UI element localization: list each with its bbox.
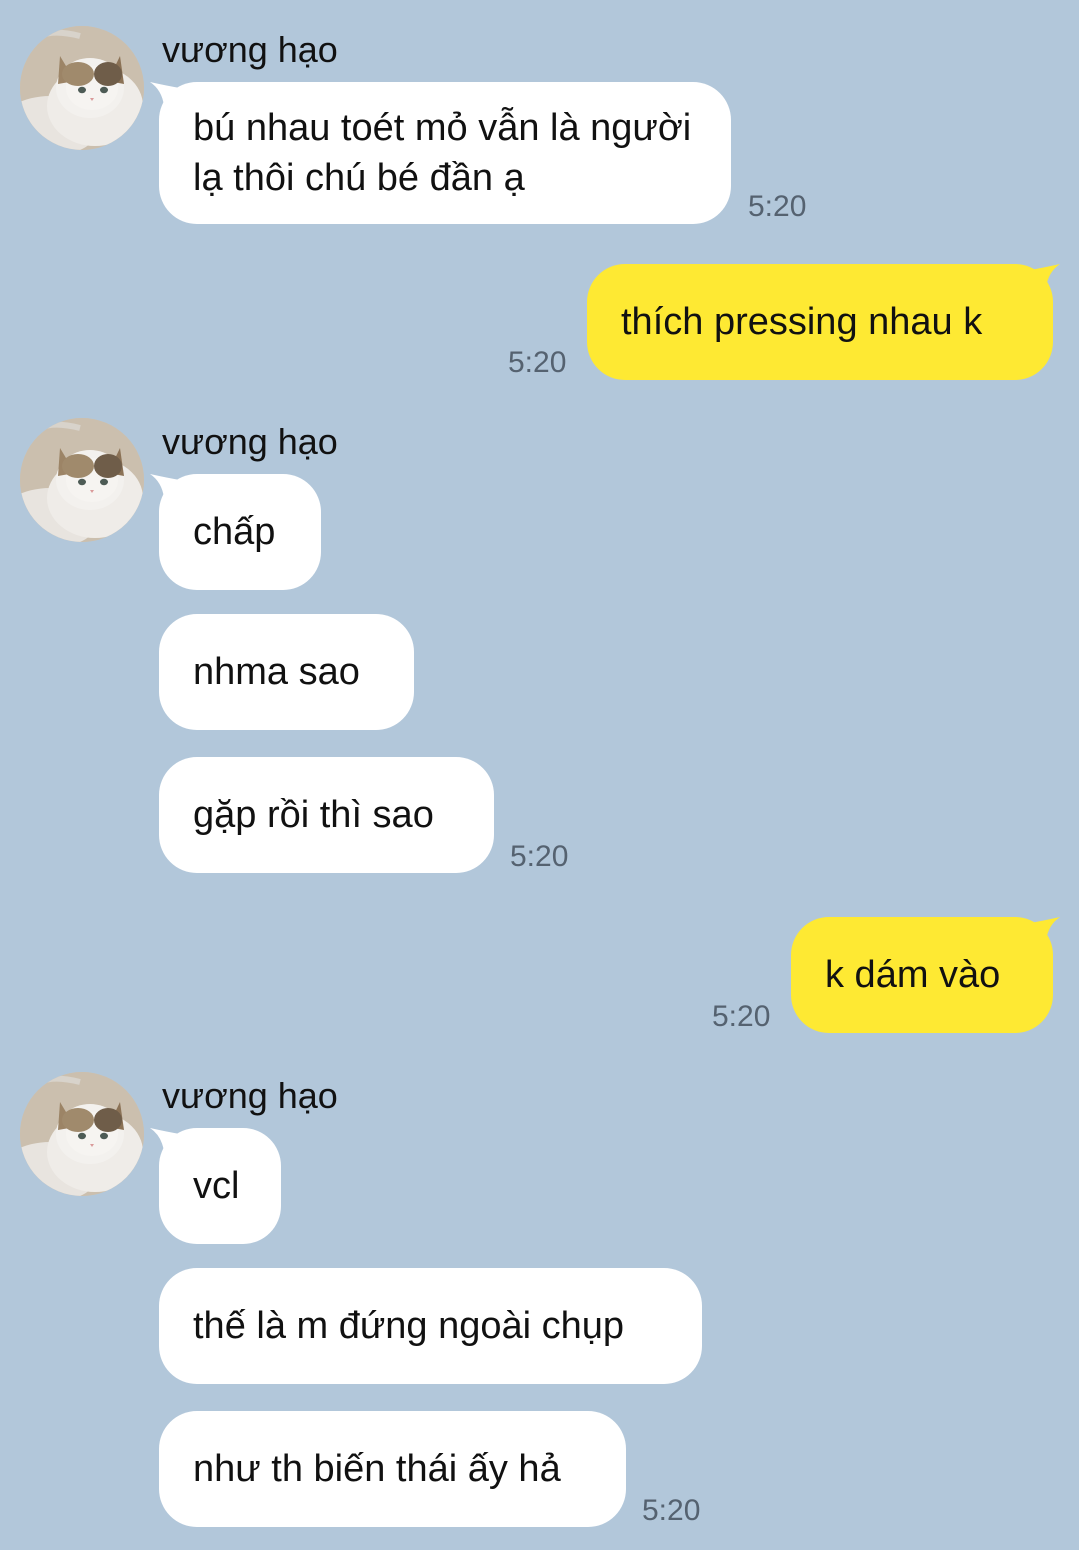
message-time: 5:20 bbox=[748, 190, 807, 223]
message-time: 5:20 bbox=[508, 346, 567, 379]
incoming-message[interactable]: bú nhau toét mỏ vẫn là người lạ thôi chú… bbox=[159, 82, 731, 224]
message-time: 5:20 bbox=[510, 840, 569, 873]
message-time: 5:20 bbox=[712, 1000, 771, 1033]
message-time: 5:20 bbox=[642, 1494, 701, 1527]
sender-name: vương hạo bbox=[162, 1075, 338, 1116]
cat-avatar-icon[interactable] bbox=[20, 418, 144, 542]
sender-name: vương hạo bbox=[162, 29, 338, 70]
incoming-message[interactable]: thế là m đứng ngoài chụp bbox=[159, 1268, 702, 1384]
incoming-message[interactable]: như th biến thái ấy hả bbox=[159, 1411, 626, 1527]
incoming-message[interactable]: vcl bbox=[159, 1128, 281, 1244]
cat-avatar-icon[interactable] bbox=[20, 26, 144, 150]
cat-avatar-icon[interactable] bbox=[20, 1072, 144, 1196]
incoming-message[interactable]: gặp rồi thì sao bbox=[159, 757, 494, 873]
incoming-message[interactable]: nhma sao bbox=[159, 614, 414, 730]
chat-window: vương hạo bú nhau toét mỏ vẫn là người l… bbox=[0, 0, 1079, 1550]
bubble-tail-icon bbox=[1030, 917, 1060, 941]
outgoing-message[interactable]: k dám vào bbox=[791, 917, 1053, 1033]
bubble-tail-icon bbox=[1030, 264, 1060, 288]
sender-name: vương hạo bbox=[162, 421, 338, 462]
incoming-message[interactable]: chấp bbox=[159, 474, 321, 590]
outgoing-message[interactable]: thích pressing nhau k bbox=[587, 264, 1053, 380]
